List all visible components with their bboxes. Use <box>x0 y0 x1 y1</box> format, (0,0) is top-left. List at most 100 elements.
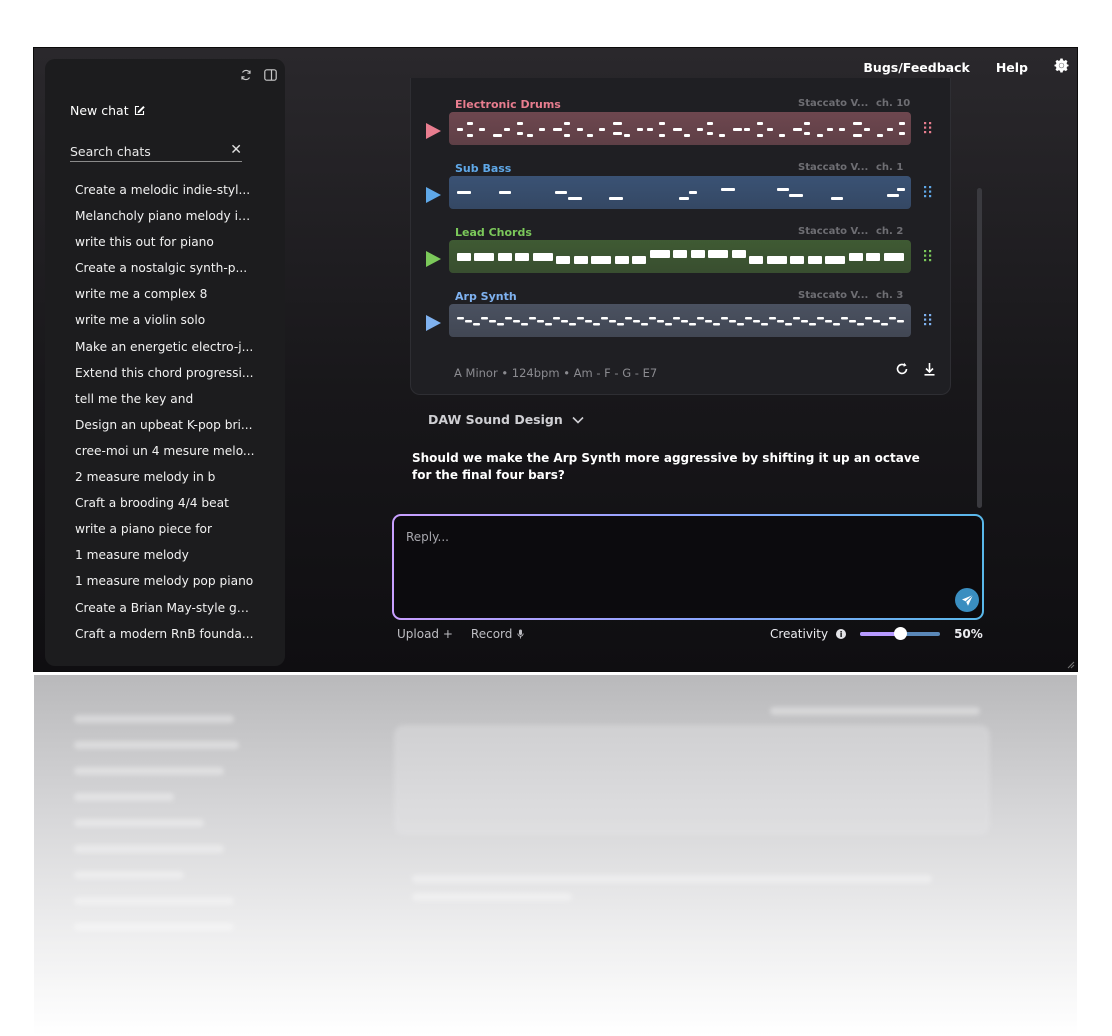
note <box>866 253 880 261</box>
sidebar: New chat ✕ Create a melodic indie-styl..… <box>45 59 285 666</box>
note <box>884 253 904 261</box>
note <box>467 122 473 125</box>
note <box>457 128 463 131</box>
track-instrument[interactable]: Staccato V... <box>798 290 868 301</box>
piano-roll-lane[interactable] <box>449 304 911 337</box>
note <box>849 320 856 323</box>
drag-handle-icon[interactable] <box>923 121 932 134</box>
note <box>887 128 893 131</box>
note <box>789 194 803 197</box>
chat-scrollbar[interactable] <box>977 188 982 508</box>
chat-item[interactable]: write this out for piano <box>75 229 255 255</box>
note <box>561 320 568 323</box>
chat-item[interactable]: 1 measure melody pop piano <box>75 568 255 594</box>
play-icon[interactable] <box>426 251 441 267</box>
note <box>585 320 592 323</box>
note <box>504 128 510 131</box>
chat-item[interactable]: Craft a brooding 4/4 beat <box>75 490 255 516</box>
chat-item[interactable]: Create a Brian May-style gu... <box>75 595 255 621</box>
play-icon[interactable] <box>426 187 441 203</box>
note <box>689 323 696 326</box>
close-icon[interactable]: ✕ <box>230 141 242 159</box>
note <box>777 188 789 191</box>
new-chat-button[interactable]: New chat <box>70 103 145 118</box>
chat-item[interactable]: cree-moi un 4 mesure melo... <box>75 438 255 464</box>
app-window: New chat ✕ Create a melodic indie-styl..… <box>34 48 1077 671</box>
track-channel: ch. 3 <box>876 290 904 301</box>
refresh-icon[interactable] <box>239 68 253 82</box>
drag-handle-icon[interactable] <box>923 313 932 326</box>
note <box>757 122 763 125</box>
note <box>564 134 570 137</box>
note <box>533 253 553 261</box>
chat-item[interactable]: tell me the key and <box>75 386 255 412</box>
track-instrument[interactable]: Staccato V... <box>798 98 868 109</box>
reply-input[interactable] <box>404 528 948 592</box>
note <box>745 317 752 320</box>
daw-sound-design-toggle[interactable]: DAW Sound Design <box>428 412 584 427</box>
send-icon <box>961 594 973 606</box>
note <box>609 197 623 200</box>
chat-item[interactable]: Make an energetic electro-j... <box>75 334 255 360</box>
note <box>527 134 533 137</box>
daw-label: DAW Sound Design <box>428 412 563 427</box>
piano-roll-lane[interactable] <box>449 240 911 273</box>
play-icon[interactable] <box>426 123 441 139</box>
note <box>637 128 643 131</box>
chat-item[interactable]: write me a complex 8 <box>75 281 255 307</box>
note <box>665 323 672 326</box>
search-input[interactable] <box>70 142 220 161</box>
track-row: Electronic Drums Staccato V... ch. 10 <box>426 98 936 148</box>
note <box>817 134 823 137</box>
note <box>517 132 523 135</box>
chat-item[interactable]: Melancholy piano melody in... <box>75 203 255 229</box>
note <box>647 128 653 131</box>
drag-handle-icon[interactable] <box>923 185 932 198</box>
drag-handle-icon[interactable] <box>923 249 932 262</box>
track-instrument[interactable]: Staccato V... <box>798 226 868 237</box>
note <box>808 256 822 264</box>
note <box>513 320 520 323</box>
note <box>779 134 785 137</box>
creativity-slider[interactable] <box>860 627 941 641</box>
chat-item[interactable]: Create a nostalgic synth-p... <box>75 255 255 281</box>
play-icon[interactable] <box>426 315 441 331</box>
note <box>697 317 704 320</box>
toggle-sidebar-icon[interactable] <box>263 68 277 82</box>
note <box>650 250 670 258</box>
gear-icon[interactable] <box>1054 58 1069 76</box>
upload-button[interactable]: Upload + <box>397 627 453 641</box>
download-icon[interactable] <box>923 361 936 380</box>
record-button[interactable]: Record <box>471 627 525 641</box>
chat-item[interactable]: write me a violin solo <box>75 307 255 333</box>
note <box>887 194 899 197</box>
note <box>587 134 593 137</box>
slider-thumb[interactable] <box>894 627 908 640</box>
chat-item[interactable]: 1 measure melody <box>75 542 255 568</box>
piano-roll-lane[interactable] <box>449 112 911 145</box>
track-instrument[interactable]: Staccato V... <box>798 162 868 173</box>
chat-item[interactable]: write a piano piece for <box>75 516 255 542</box>
note <box>777 320 784 323</box>
regenerate-icon[interactable] <box>895 361 909 380</box>
send-button[interactable] <box>955 588 979 612</box>
resize-handle-icon[interactable] <box>1067 661 1075 669</box>
info-icon[interactable]: i <box>836 629 847 639</box>
help-link[interactable]: Help <box>996 60 1028 75</box>
note <box>865 317 872 320</box>
chat-item[interactable]: Design an upbeat K-pop bri... <box>75 412 255 438</box>
chat-item[interactable]: Extend this chord progressi... <box>75 360 255 386</box>
note <box>659 134 665 137</box>
note <box>613 132 622 135</box>
bugs-feedback-link[interactable]: Bugs/Feedback <box>863 60 969 75</box>
note <box>574 256 588 264</box>
note <box>785 323 792 326</box>
chat-item[interactable]: Craft a modern RnB founda... <box>75 621 255 647</box>
piano-roll-lane[interactable] <box>449 176 911 209</box>
note <box>899 132 905 135</box>
assistant-question: Should we make the Arp Synth more aggres… <box>412 451 920 482</box>
note <box>556 256 570 264</box>
chat-item[interactable]: 2 measure melody in b <box>75 464 255 490</box>
chat-item[interactable]: Create a melodic indie-styl... <box>75 177 255 203</box>
note <box>697 128 703 131</box>
